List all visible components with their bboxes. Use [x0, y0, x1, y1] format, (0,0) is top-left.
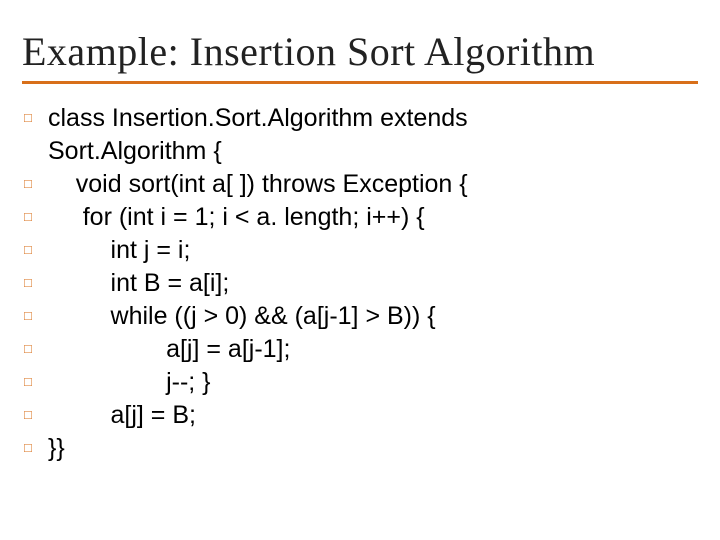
code-line: □ int j = i;: [22, 234, 698, 267]
code-line: □ j--; }: [22, 366, 698, 399]
code-line: □ void sort(int a[ ]) throws Exception {: [22, 168, 698, 201]
code-text: while ((j > 0) && (a[j-1] > B)) {: [48, 300, 436, 333]
bullet-icon: □: [22, 300, 48, 332]
code-text: void sort(int a[ ]) throws Exception {: [48, 168, 468, 201]
code-line: □ int B = a[i];: [22, 267, 698, 300]
code-text: a[j] = a[j-1];: [48, 333, 290, 366]
code-line: □ while ((j > 0) && (a[j-1] > B)) {: [22, 300, 698, 333]
title-underline: [22, 81, 698, 84]
slide-body: □class Insertion.Sort.Algorithm extendsS…: [22, 102, 698, 465]
code-text: int B = a[i];: [48, 267, 229, 300]
bullet-icon: □: [22, 201, 48, 233]
code-text: for (int i = 1; i < a. length; i++) {: [48, 201, 425, 234]
bullet-icon: □: [22, 366, 48, 398]
bullet-icon: □: [22, 333, 48, 365]
bullet-icon: □: [22, 102, 48, 134]
slide: Example: Insertion Sort Algorithm □class…: [0, 0, 720, 540]
bullet-icon: □: [22, 267, 48, 299]
code-text: int j = i;: [48, 234, 190, 267]
code-text: }}: [48, 432, 65, 465]
bullet-icon: □: [22, 234, 48, 266]
code-line: □}}: [22, 432, 698, 465]
code-line: □class Insertion.Sort.Algorithm extends: [22, 102, 698, 135]
code-line: Sort.Algorithm {: [22, 135, 698, 168]
code-line: □ for (int i = 1; i < a. length; i++) {: [22, 201, 698, 234]
code-line: □ a[j] = B;: [22, 399, 698, 432]
bullet-icon: □: [22, 432, 48, 464]
slide-title: Example: Insertion Sort Algorithm: [22, 28, 698, 75]
bullet-icon: □: [22, 399, 48, 431]
code-text: class Insertion.Sort.Algorithm extends: [48, 102, 468, 135]
code-text: Sort.Algorithm {: [48, 135, 222, 168]
code-line: □ a[j] = a[j-1];: [22, 333, 698, 366]
code-text: a[j] = B;: [48, 399, 196, 432]
bullet-icon: □: [22, 168, 48, 200]
code-text: j--; }: [48, 366, 211, 399]
